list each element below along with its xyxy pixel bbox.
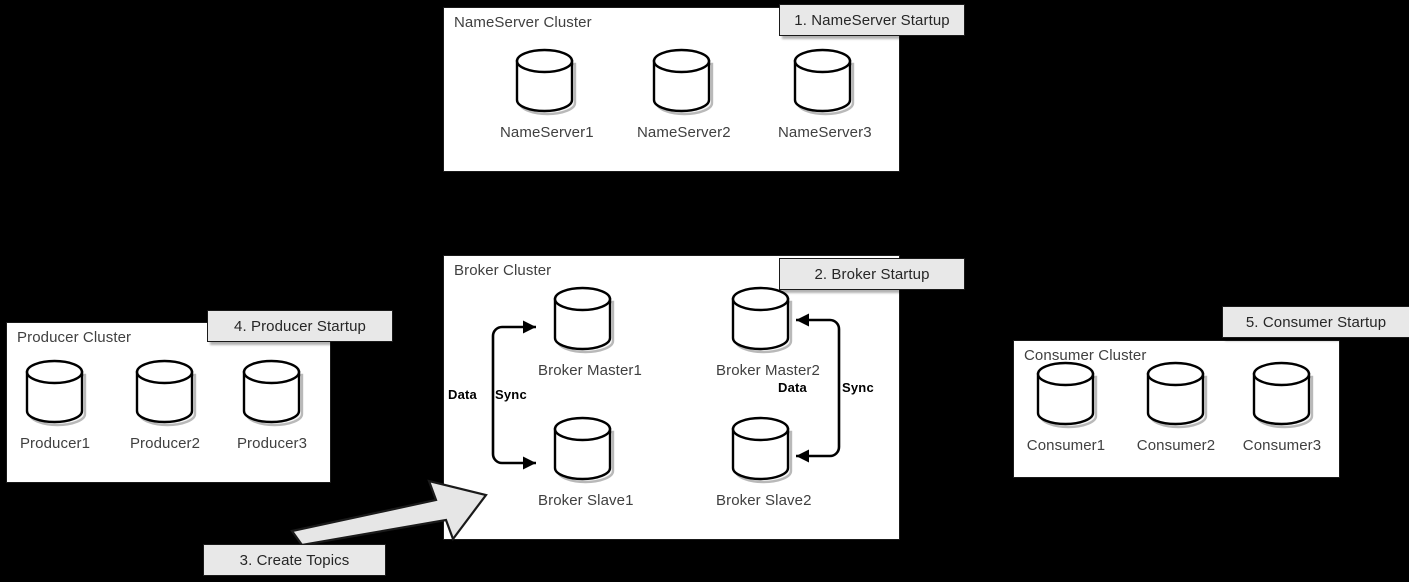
database-cylinder-icon — [1034, 360, 1098, 432]
node-producer-2[interactable]: Producer2 — [120, 358, 210, 452]
data-sync-label-data: Data — [778, 380, 807, 395]
node-label: Consumer3 — [1242, 437, 1322, 454]
database-cylinder-icon — [240, 358, 304, 430]
data-sync-label-sync: Sync — [495, 387, 527, 402]
node-producer-1[interactable]: Producer1 — [10, 358, 100, 452]
node-consumer-2[interactable]: Consumer2 — [1131, 360, 1221, 454]
data-sync-label-data: Data — [448, 387, 477, 402]
database-cylinder-icon — [133, 358, 197, 430]
node-consumer-1[interactable]: Consumer1 — [1021, 360, 1111, 454]
node-broker-1[interactable]: Broker Master1 — [538, 285, 642, 379]
node-label: NameServer2 — [637, 124, 731, 141]
node-label: Broker Slave1 — [538, 492, 634, 509]
node-producer-3[interactable]: Producer3 — [227, 358, 317, 452]
node-label: Consumer2 — [1136, 437, 1216, 454]
database-cylinder-icon — [513, 47, 577, 119]
node-label: Broker Slave2 — [716, 492, 812, 509]
database-cylinder-icon — [791, 47, 855, 119]
database-cylinder-icon — [1250, 360, 1314, 432]
cluster-title-producer: Producer Cluster — [17, 329, 132, 346]
database-cylinder-icon — [729, 415, 793, 487]
callout-step-2[interactable]: 2. Broker Startup — [779, 258, 965, 290]
node-label: Producer1 — [19, 435, 91, 452]
database-cylinder-icon — [551, 285, 615, 357]
node-label: NameServer3 — [778, 124, 872, 141]
node-label: Broker Master1 — [538, 362, 642, 379]
callout-step-5[interactable]: 5. Consumer Startup — [1222, 306, 1409, 338]
database-cylinder-icon — [729, 285, 793, 357]
node-nameserver-1[interactable]: NameServer1 — [500, 47, 594, 141]
node-label: NameServer1 — [500, 124, 594, 141]
node-broker-3[interactable]: Broker Slave1 — [538, 415, 634, 509]
cluster-title-nameserver: NameServer Cluster — [454, 14, 592, 31]
diagram-canvas: NameServer Cluster NameServer1 NameServer2… — [0, 0, 1409, 582]
node-label: Producer2 — [129, 435, 201, 452]
data-sync-label-sync: Sync — [842, 380, 874, 395]
node-label: Producer3 — [236, 435, 308, 452]
database-cylinder-icon — [650, 47, 714, 119]
database-cylinder-icon — [23, 358, 87, 430]
node-label: Consumer1 — [1026, 437, 1106, 454]
callout-step-4[interactable]: 4. Producer Startup — [207, 310, 393, 342]
create-topics-arrow — [286, 465, 496, 547]
callout-step-1[interactable]: 1. NameServer Startup — [779, 4, 965, 36]
callout-step-3[interactable]: 3. Create Topics — [203, 544, 386, 576]
database-cylinder-icon — [551, 415, 615, 487]
create-topics-arrow-shape — [290, 479, 488, 547]
node-nameserver-3[interactable]: NameServer3 — [778, 47, 872, 141]
node-consumer-3[interactable]: Consumer3 — [1237, 360, 1327, 454]
cluster-title-broker: Broker Cluster — [454, 262, 552, 279]
database-cylinder-icon — [1144, 360, 1208, 432]
node-nameserver-2[interactable]: NameServer2 — [637, 47, 731, 141]
